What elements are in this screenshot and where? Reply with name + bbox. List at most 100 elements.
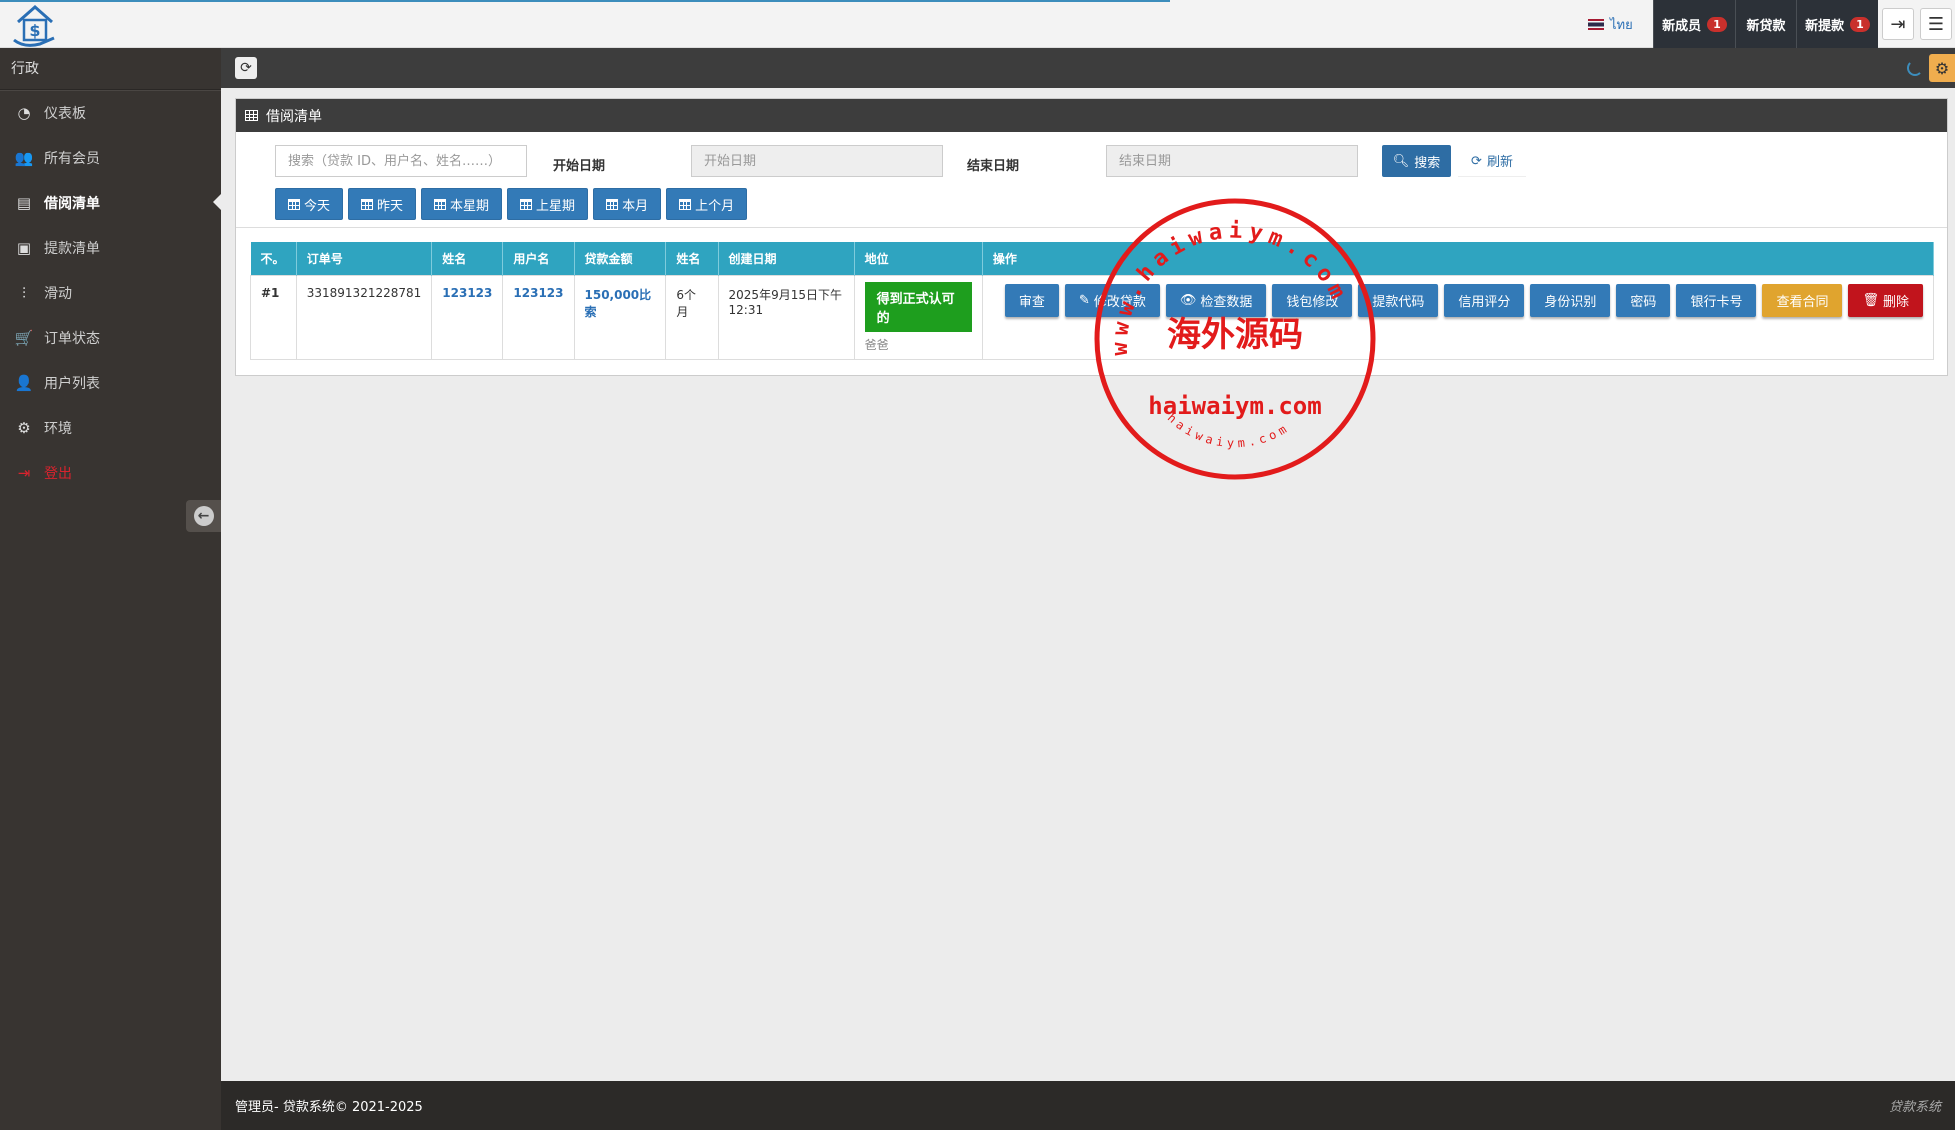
cart-icon: 🛒 xyxy=(14,328,34,347)
cell-actions: 审查 ✎ 修改贷款 👁︎ 检查数据 钱包修改 提款代码 信用评分 身份识别 密码 银… xyxy=(981,274,1935,360)
sidebar-item-members[interactable]: 👥 所有会员 xyxy=(0,135,221,180)
edit-icon: ✎ xyxy=(1078,292,1090,307)
new-loans-label: 新贷款 xyxy=(1746,18,1786,34)
svg-text:haiwaiym.com: haiwaiym.com xyxy=(1165,411,1293,451)
panel-title: 借阅清单 xyxy=(266,108,322,125)
loading-progress-bar xyxy=(0,0,1170,2)
sidebar-item-dashboard[interactable]: ◔ 仪表板 xyxy=(0,90,221,135)
filter-this-week-button[interactable]: 本星期 xyxy=(421,188,503,220)
sidebar-item-logout[interactable]: ⇥ 登出 xyxy=(0,450,221,495)
col-header-no[interactable]: 不。 xyxy=(250,242,297,275)
sidebar-item-slides[interactable]: ⫶ 滑动 xyxy=(0,270,221,315)
sidebar-item-label: 借阅清单 xyxy=(44,195,100,212)
calendar-icon xyxy=(434,198,447,210)
search-input[interactable] xyxy=(275,145,527,177)
calendar-icon xyxy=(288,198,300,210)
button-label: 删除 xyxy=(1882,293,1909,309)
username-link[interactable]: 123123 xyxy=(513,286,563,300)
new-loans-button[interactable]: 新贷款 xyxy=(1735,0,1796,48)
bank-card-button[interactable]: 银行卡号 xyxy=(1676,283,1757,317)
new-members-button[interactable]: 新成员 1 xyxy=(1653,0,1735,48)
menu-icon[interactable]: ☰ xyxy=(1920,8,1952,40)
password-button[interactable]: 密码 xyxy=(1616,283,1671,317)
col-header-status[interactable]: 地位 xyxy=(854,242,983,275)
identity-button[interactable]: 身份识别 xyxy=(1530,283,1611,317)
sidebar-heading: 行政 xyxy=(0,48,221,90)
credit-score-button[interactable]: 信用评分 xyxy=(1444,283,1525,317)
search-button[interactable]: 🔍︎ 搜索 xyxy=(1382,145,1451,177)
new-withdrawals-badge: 1 xyxy=(1850,16,1870,32)
sidebar-item-withdrawals[interactable]: ▣ 提款清单 xyxy=(0,225,221,270)
dashboard-icon: ◔ xyxy=(17,103,31,122)
svg-text:$: $ xyxy=(29,21,40,40)
book-icon: ▤ xyxy=(16,193,32,212)
sidebar-item-label: 订单状态 xyxy=(44,330,100,347)
col-header-term[interactable]: 姓名 xyxy=(665,242,719,275)
start-date-input[interactable] xyxy=(691,145,943,177)
edit-loan-button[interactable]: ✎ 修改贷款 xyxy=(1064,283,1160,317)
sidebar: 行政 ◔ 仪表板 👥 所有会员 ▤ 借阅清单 ▣ 提款清单 ⫶ 滑动 🛒 订单状… xyxy=(0,48,221,1130)
footer: 管理员- 贷款系统© 2021-2025 贷款系统 xyxy=(221,1081,1955,1130)
col-header-order-id[interactable]: 订单号 xyxy=(296,242,433,275)
language-switch[interactable]: ไทย xyxy=(1588,14,1633,34)
settings-gear-icon[interactable]: ⚙ xyxy=(1929,54,1955,82)
reload-icon[interactable]: ⟳ xyxy=(235,57,257,79)
sidebar-item-order-status[interactable]: 🛒 订单状态 xyxy=(0,315,221,360)
review-button[interactable]: 审查 xyxy=(1004,283,1059,317)
language-label: ไทย xyxy=(1610,17,1633,33)
signout-icon[interactable]: ⇥ xyxy=(1882,8,1914,40)
start-date-label: 开始日期 xyxy=(553,159,606,174)
sidebar-item-loans[interactable]: ▤ 借阅清单 xyxy=(0,180,221,225)
trash-icon: 🗑︎ xyxy=(1862,292,1879,307)
cell-status: 得到正式认可的 爸爸 xyxy=(853,274,983,360)
col-header-actions: 操作 xyxy=(982,242,1935,275)
filter-label: 上个月 xyxy=(695,197,735,213)
filter-this-month-button[interactable]: 本月 xyxy=(593,188,662,220)
status-badge: 得到正式认可的 xyxy=(864,281,972,332)
quick-date-filters: 今天 昨天 本星期 上星期 本月 上个月 xyxy=(275,188,748,220)
col-header-name[interactable]: 姓名 xyxy=(431,242,504,275)
filter-label: 昨天 xyxy=(377,197,404,213)
check-data-button[interactable]: 👁︎ 检查数据 xyxy=(1165,283,1267,317)
end-date-label: 结束日期 xyxy=(967,159,1020,174)
view-contract-button[interactable]: 查看合同 xyxy=(1762,283,1843,317)
filter-label: 本月 xyxy=(622,197,649,213)
sidebar-item-settings[interactable]: ⚙ 环境 xyxy=(0,405,221,450)
sidebar-collapse-button[interactable]: ← xyxy=(186,500,221,532)
filter-yesterday-button[interactable]: 昨天 xyxy=(348,188,417,220)
cell-username: 123123 xyxy=(502,274,575,360)
button-label: 提款代码 xyxy=(1372,293,1425,309)
sidebar-item-users[interactable]: 👤 用户列表 xyxy=(0,360,221,405)
cell-created: 2025年9月15日下午12:31 xyxy=(717,274,855,360)
filter-today-button[interactable]: 今天 xyxy=(275,188,344,220)
cell-no: #1 xyxy=(250,274,297,360)
filter-last-month-button[interactable]: 上个月 xyxy=(666,188,748,220)
withdrawal-code-button[interactable]: 提款代码 xyxy=(1358,283,1439,317)
delete-button[interactable]: 🗑︎ 删除 xyxy=(1848,283,1923,317)
button-label: 审查 xyxy=(1018,293,1045,309)
col-header-created[interactable]: 创建日期 xyxy=(718,242,855,275)
sidebar-item-label: 提款清单 xyxy=(44,240,100,257)
calendar-icon xyxy=(606,198,619,210)
end-date-input[interactable] xyxy=(1106,145,1358,177)
loan-logo-icon[interactable]: $ xyxy=(10,2,60,48)
action-buttons: 审查 ✎ 修改贷款 👁︎ 检查数据 钱包修改 提款代码 信用评分 身份识别 密码 银… xyxy=(1004,283,1923,317)
button-label: 信用评分 xyxy=(1458,293,1511,309)
refresh-button[interactable]: ⟳ 刷新 xyxy=(1458,145,1526,177)
filter-last-week-button[interactable]: 上星期 xyxy=(507,188,589,220)
refresh-icon: ⟳ xyxy=(1471,152,1482,168)
cell-amount: 150,000比索 xyxy=(573,274,667,360)
col-header-username[interactable]: 用户名 xyxy=(502,242,575,275)
wallet-edit-button[interactable]: 钱包修改 xyxy=(1272,283,1353,317)
sliders-icon: ⫶ xyxy=(22,283,26,302)
new-members-label: 新成员 xyxy=(1662,18,1702,34)
name-link[interactable]: 123123 xyxy=(442,286,492,300)
loading-spinner-icon xyxy=(1907,60,1923,76)
arrow-left-icon: ← xyxy=(193,506,214,526)
loan-list-panel: 借阅清单 开始日期 结束日期 🔍︎ 搜索 ⟳ 刷新 今天 昨天 本星期 上星期 … xyxy=(235,98,1948,376)
money-icon: ▣ xyxy=(16,238,32,257)
filter-label: 本星期 xyxy=(450,197,490,213)
new-withdrawals-button[interactable]: 新提款 1 xyxy=(1796,0,1878,48)
calendar-icon xyxy=(679,198,692,210)
col-header-amount[interactable]: 贷款金额 xyxy=(574,242,667,275)
